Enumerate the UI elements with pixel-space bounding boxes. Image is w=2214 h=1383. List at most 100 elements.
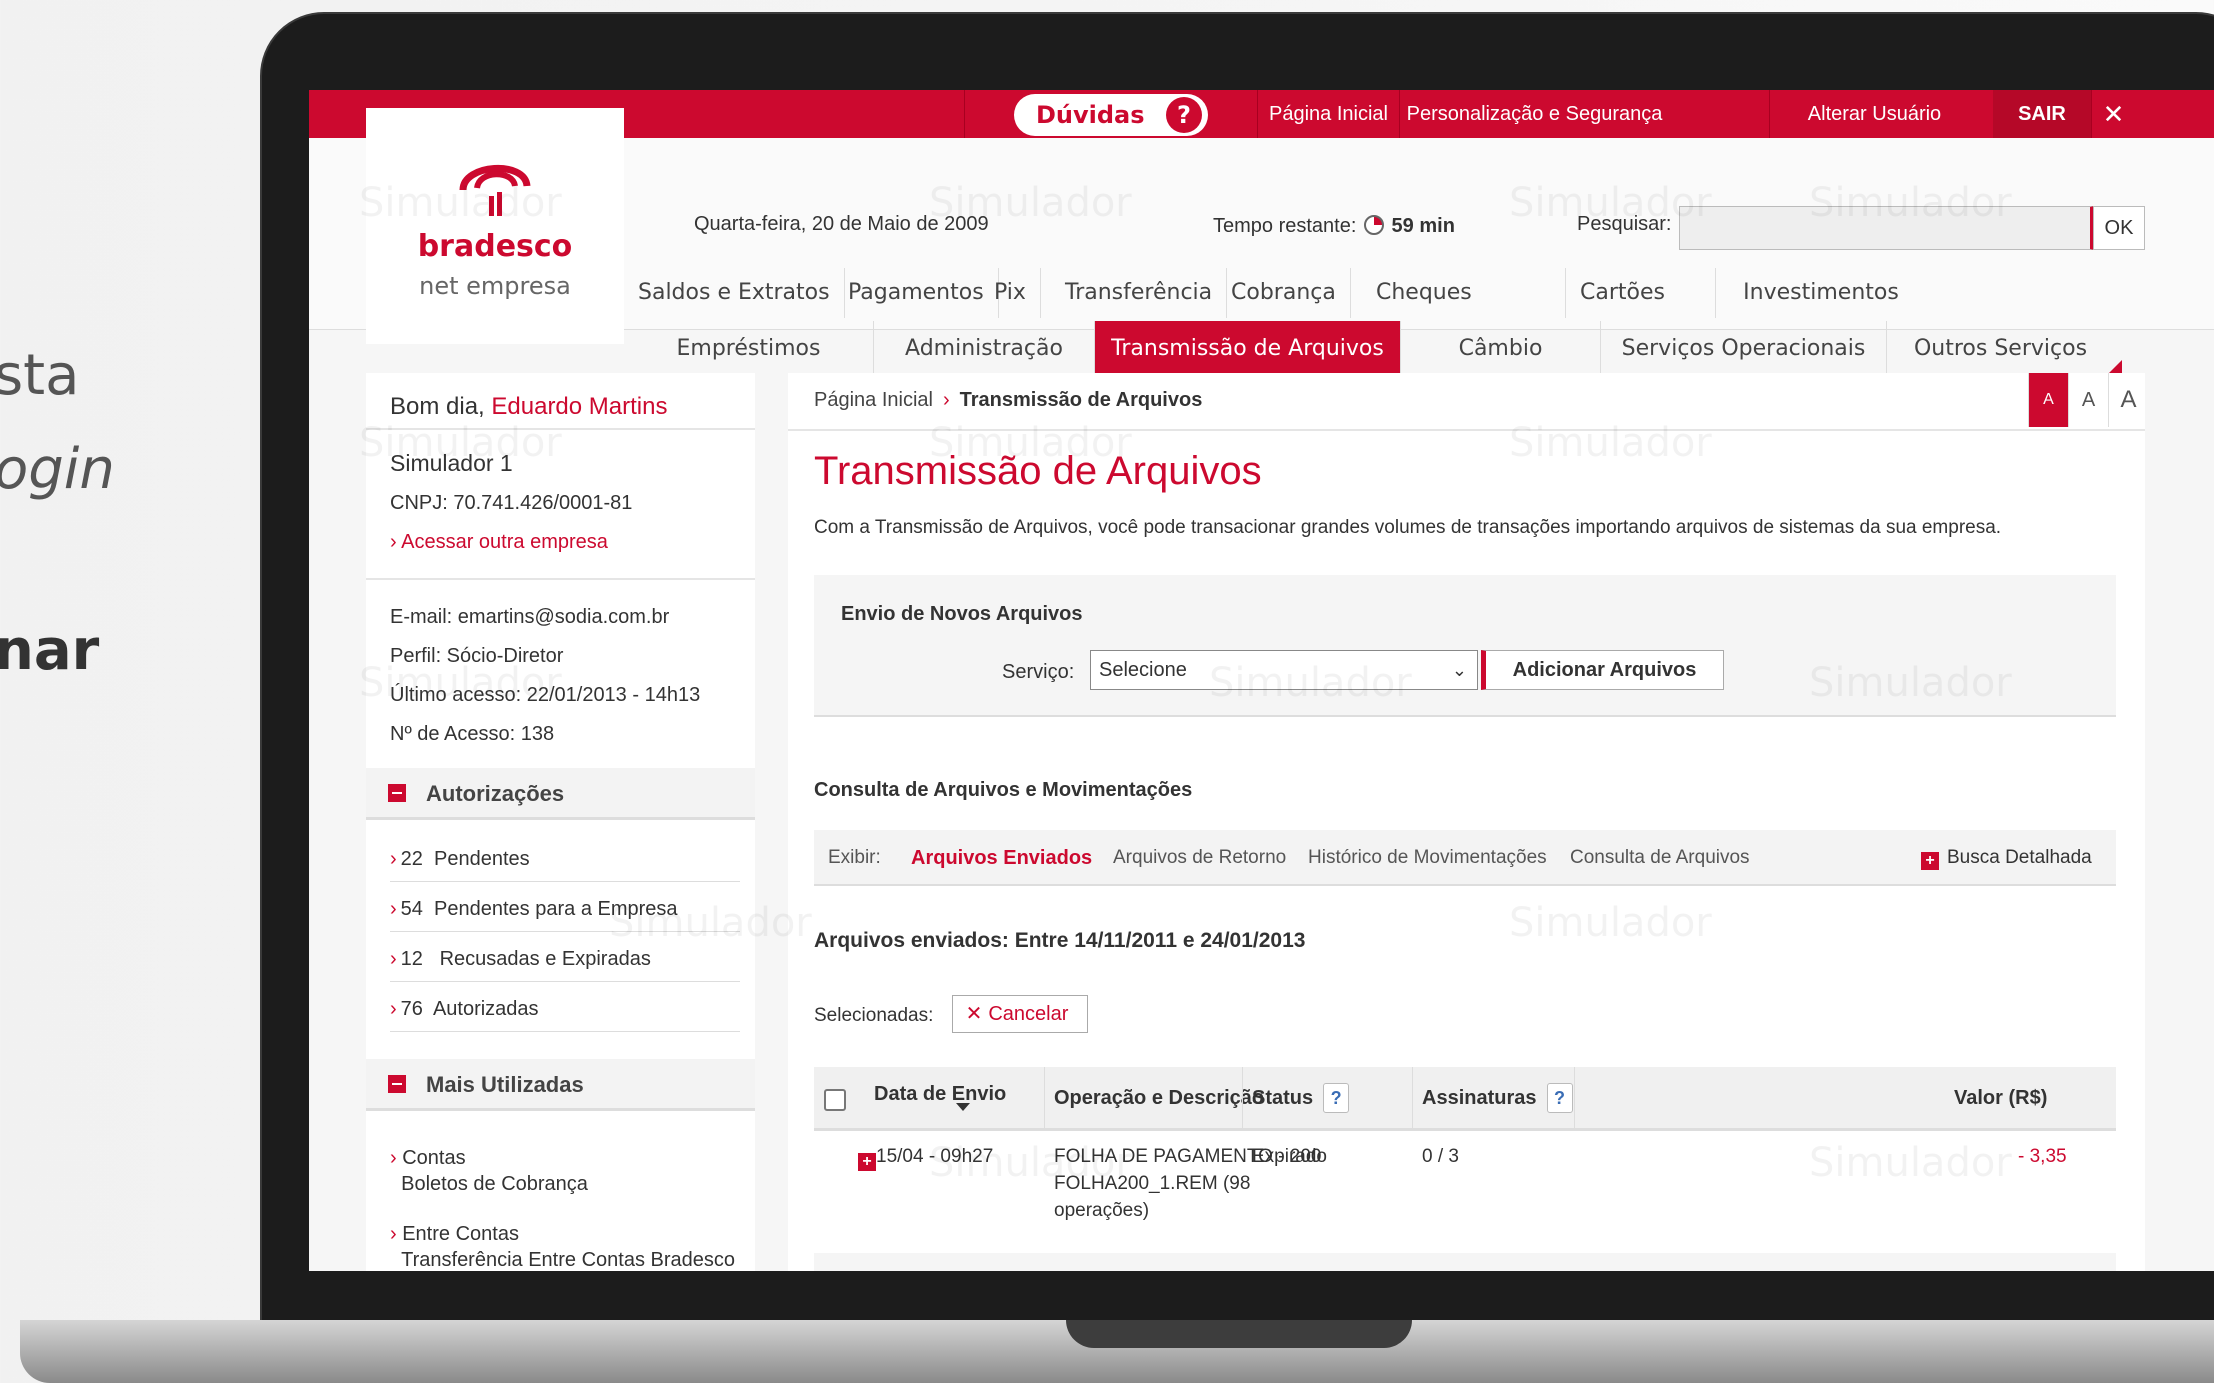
help-icon[interactable]: ? — [1323, 1083, 1350, 1113]
list-item[interactable]: › Contas Boletos de Cobrança — [390, 1145, 588, 1197]
duvidas-button[interactable]: Dúvidas ? — [1014, 94, 1208, 136]
list-item[interactable]: › 22 Pendentes — [390, 848, 740, 882]
tab-historico[interactable]: Histórico de Movimentações — [1308, 847, 1547, 869]
other-company-link[interactable]: › Acessar outra empresa — [390, 531, 608, 554]
background-text-3: nar — [0, 618, 100, 683]
breadcrumb: Página Inicial › Transmissão de Arquivos — [814, 389, 1202, 412]
nav-transmissao-arquivos[interactable]: Transmissão de Arquivos — [1095, 321, 1401, 377]
search-ok-button[interactable]: OK — [2093, 206, 2145, 250]
font-size-small[interactable]: A — [2028, 373, 2068, 427]
close-icon[interactable]: ✕ — [2091, 90, 2135, 138]
tab-arquivos-enviados[interactable]: Arquivos Enviados — [911, 847, 1092, 870]
cancel-button[interactable]: ✕ Cancelar — [952, 995, 1088, 1033]
font-size-medium[interactable]: A — [2068, 373, 2108, 427]
nav-cheques[interactable]: Cheques — [1362, 268, 1566, 318]
servico-select[interactable]: Selecione ⌄ — [1090, 650, 1478, 690]
table-header: Data de Envio Operação e Descrição Statu… — [814, 1067, 2116, 1131]
tab-consulta-arquivos[interactable]: Consulta de Arquivos — [1570, 847, 1750, 869]
envio-panel: Envio de Novos Arquivos Serviço: Selecio… — [814, 575, 2116, 717]
help-icon[interactable]: ? — [1546, 1083, 1573, 1113]
chevron-down-icon: ⌄ — [1451, 660, 1467, 680]
nav-pagamentos[interactable]: Pagamentos — [834, 268, 999, 318]
font-size-large[interactable]: A — [2108, 373, 2148, 427]
main-nav-row-1: Saldos e Extratos Pagamentos Pix Transfe… — [624, 268, 2214, 318]
date-range-title: Arquivos enviados: Entre 14/11/2011 e 24… — [814, 929, 1306, 952]
breadcrumb-home[interactable]: Página Inicial — [814, 389, 933, 411]
logo-brand: bradesco — [417, 229, 573, 264]
cancel-label: Cancelar — [988, 1003, 1069, 1025]
chevron-right-icon: › — [390, 531, 402, 553]
collapse-icon — [388, 784, 406, 802]
col-valor: Valor (R$) — [1954, 1087, 2048, 1109]
mais-utilizadas-header[interactable]: Mais Utilizadas — [366, 1059, 755, 1111]
col-label: Assinaturas — [1422, 1087, 1537, 1109]
item-count: 76 — [400, 998, 423, 1020]
sort-down-icon — [956, 1103, 970, 1111]
tab-arquivos-retorno[interactable]: Arquivos de Retorno — [1113, 847, 1286, 869]
main-content: Página Inicial › Transmissão de Arquivos A… — [788, 373, 2145, 1271]
access-count: Nº de Acesso: 138 — [390, 723, 555, 745]
greeting: Bom dia, Eduardo Martins — [390, 393, 667, 421]
chevron-right-icon: › — [390, 1223, 403, 1245]
other-company-label: Acessar outra empresa — [401, 531, 608, 553]
nav-cartoes[interactable]: Cartões — [1566, 268, 1716, 318]
item-label: Autorizadas — [432, 998, 539, 1020]
row-value: - 3,35 — [2018, 1146, 2067, 1167]
nav-emprestimos[interactable]: Empréstimos — [624, 321, 874, 377]
search-input[interactable] — [1679, 206, 2094, 250]
list-item[interactable]: › Entre Contas Transferência Entre Conta… — [390, 1221, 735, 1271]
collapse-icon — [388, 1075, 406, 1093]
busca-label: Busca Detalhada — [1947, 847, 2092, 868]
add-files-button[interactable]: Adicionar Arquivos — [1481, 650, 1724, 690]
list-item[interactable]: › 54 Pendentes para a Empresa — [390, 898, 740, 932]
nav-investimentos[interactable]: Investimentos — [1716, 268, 1926, 318]
nav-servicos-operacionais[interactable]: Serviços Operacionais — [1601, 321, 1887, 377]
nav-outros-servicos[interactable]: Outros Serviços — [1887, 321, 2114, 377]
row-date: 15/04 - 09h27 — [876, 1146, 994, 1167]
item-sublabel: Boletos de Cobrança — [401, 1173, 588, 1195]
item-count: 12 — [400, 948, 423, 970]
autorizacoes-header[interactable]: Autorizações — [366, 768, 755, 820]
chevron-right-icon: › — [390, 1147, 403, 1169]
greeting-text: Bom dia, — [390, 393, 485, 420]
nav-administracao[interactable]: Administração — [874, 321, 1095, 377]
list-item[interactable]: › 76 Autorizadas — [390, 998, 740, 1032]
nav-pix[interactable]: Pix — [980, 268, 1041, 318]
help-icon: ? — [1166, 97, 1202, 133]
chevron-right-icon: › — [390, 948, 397, 970]
chevron-right-icon: › — [390, 998, 397, 1020]
close-icon: ✕ — [965, 1003, 983, 1025]
item-label: Pendentes — [434, 848, 530, 870]
item-label: Contas — [402, 1147, 466, 1169]
item-label: Recusadas e Expiradas — [439, 948, 651, 970]
nav-transferencia[interactable]: Transferência — [1051, 268, 1228, 318]
nav-cambio[interactable]: Câmbio — [1401, 321, 1601, 377]
current-date: Quarta-feira, 20 de Maio de 2009 — [694, 213, 989, 235]
personalizacao-link[interactable]: Personalização e Segurança — [1399, 90, 1669, 138]
nav-saldos-extratos[interactable]: Saldos e Extratos — [624, 268, 845, 318]
bradesco-logo[interactable]: bradesco net empresa — [366, 108, 624, 344]
company-name: Simulador 1 — [390, 450, 513, 476]
browser-screen: Dúvidas ? Página Inicial Personalização … — [309, 90, 2214, 1271]
plus-icon: + — [1921, 852, 1939, 870]
selecionadas-label: Selecionadas: — [814, 1005, 934, 1026]
col-assinaturas: Assinaturas? — [1422, 1083, 1573, 1113]
busca-detalhada-link[interactable]: + Busca Detalhada — [1921, 847, 2092, 870]
background-text-1: sta — [0, 343, 80, 408]
table-row[interactable]: + 15/04 - 09h27 FOLHA DE PAGAMENTO - 200… — [814, 1133, 2116, 1253]
list-item[interactable]: › 12 Recusadas e Expiradas — [390, 948, 740, 982]
session-timer: Tempo restante: 59 min — [1213, 215, 1455, 238]
alterar-usuario-link[interactable]: Alterar Usuário — [1769, 90, 1979, 138]
last-access: Último acesso: 22/01/2013 - 14h13 — [390, 684, 701, 706]
select-all-checkbox[interactable] — [824, 1089, 846, 1111]
table-row[interactable] — [814, 1253, 2116, 1271]
chevron-right-icon: › — [390, 898, 397, 920]
nav-cobranca[interactable]: Cobrança — [1217, 268, 1351, 318]
row-signatures: 0 / 3 — [1422, 1146, 1459, 1167]
pagina-inicial-link[interactable]: Página Inicial — [1257, 90, 1399, 138]
item-label: Entre Contas — [402, 1223, 519, 1245]
sair-button[interactable]: SAIR — [1993, 90, 2091, 138]
user-name[interactable]: Eduardo Martins — [491, 393, 667, 420]
col-data-envio[interactable]: Data de Envio — [874, 1083, 1006, 1111]
exibir-bar: Exibir: Arquivos Enviados Arquivos de Re… — [814, 830, 2116, 886]
